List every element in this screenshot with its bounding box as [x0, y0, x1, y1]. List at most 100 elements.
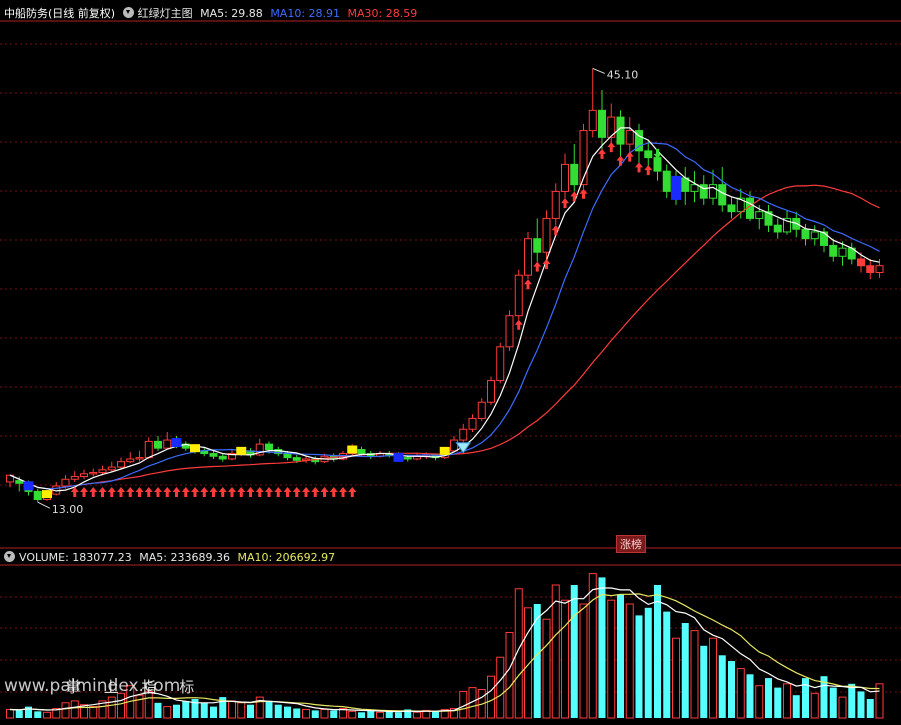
candle-body — [468, 417, 477, 430]
volume-bar — [866, 699, 874, 718]
ma30-line — [9, 184, 880, 490]
candle-body — [625, 130, 634, 145]
volume-bar — [774, 687, 782, 718]
volume-header: VOLUME: 183077.23 MA5: 233689.36 MA10: 2… — [4, 551, 339, 564]
candle-body — [588, 109, 597, 132]
candle-body — [126, 458, 135, 463]
volume-bar — [617, 594, 624, 718]
candle-body — [524, 238, 532, 276]
candle-body — [154, 440, 162, 449]
yellow-signal-block — [439, 446, 450, 455]
up-arrow-icon — [292, 487, 301, 497]
candle-body — [459, 428, 468, 441]
period-label: (日线 前复权) — [48, 7, 116, 20]
up-arrow-icon — [107, 487, 116, 497]
blue-signal-block — [171, 438, 182, 448]
yellow-signal-block — [190, 444, 200, 453]
candle-body — [718, 184, 727, 206]
volume-bar — [154, 702, 162, 718]
volume-bar — [376, 711, 384, 719]
up-arrow-icon — [644, 165, 653, 176]
volume-bar — [200, 702, 208, 718]
ma10-line — [9, 142, 880, 490]
volume-bar — [579, 603, 588, 719]
up-arrow-icon — [274, 487, 283, 497]
candle-body — [292, 457, 301, 461]
volume-bar — [718, 655, 726, 718]
volume-bar — [505, 632, 514, 719]
up-arrow-icon — [218, 487, 227, 497]
volume-bar — [551, 584, 560, 719]
candle-body — [15, 480, 24, 484]
volume-ma5-label: MA5: 233689.36 — [139, 551, 230, 564]
volume-bar — [358, 712, 365, 718]
candle-body — [551, 190, 560, 219]
watermark-text: 掌 上 指 标 — [66, 678, 204, 696]
candle-body — [80, 473, 88, 478]
volume-bar — [663, 611, 671, 718]
candle-body — [33, 490, 42, 501]
candle-body — [61, 478, 70, 487]
blue-signal-block — [393, 452, 404, 462]
indicator-name[interactable]: 红绿灯主图 — [138, 7, 193, 20]
candle-body — [542, 217, 551, 253]
volume-bar — [487, 675, 495, 719]
volume-bar — [681, 623, 689, 718]
candle-body — [487, 380, 495, 403]
volume-bar — [228, 700, 236, 719]
up-arrow-icon — [524, 279, 532, 290]
volume-bar — [210, 706, 217, 718]
limit-up-badge[interactable]: 涨榜 — [616, 535, 646, 553]
candle-body — [496, 346, 505, 382]
volume-bar — [432, 711, 439, 718]
up-arrow-icon — [80, 487, 88, 497]
candle-body — [810, 231, 819, 240]
up-arrow-icon — [283, 487, 292, 497]
volume-bar — [736, 668, 745, 719]
candle-body — [875, 265, 884, 273]
up-arrow-icon — [616, 155, 625, 166]
volume-bar — [848, 683, 856, 718]
volume-bar — [89, 706, 98, 719]
volume-dropdown-icon[interactable] — [4, 551, 15, 562]
candle-body — [357, 449, 366, 455]
up-arrow-icon — [302, 487, 310, 497]
volume-bar — [117, 692, 125, 719]
volume-bar — [709, 637, 717, 719]
candle-body — [135, 457, 144, 460]
volume-bar — [542, 618, 551, 719]
min-price-label: 13.00 — [52, 503, 84, 516]
volume-bar — [690, 630, 699, 719]
candle-body — [70, 476, 79, 480]
candle-body — [89, 471, 98, 475]
up-arrow-icon — [551, 225, 560, 236]
volume-bar — [237, 702, 246, 719]
volume-bar — [838, 696, 847, 719]
up-arrow-icon — [237, 487, 246, 497]
dropdown-icon[interactable] — [122, 7, 134, 18]
up-arrow-icon — [348, 487, 357, 497]
up-arrow-icon — [154, 487, 162, 497]
up-arrow-icon — [135, 487, 144, 497]
volume-bar — [625, 603, 634, 719]
volume-bar — [644, 607, 652, 718]
volume-bar — [70, 700, 79, 719]
volume-bar — [395, 712, 402, 718]
up-arrow-icon — [625, 151, 634, 162]
volume-bar — [15, 710, 23, 718]
candle-body — [755, 211, 764, 219]
volume-bar — [607, 599, 616, 719]
up-arrow-icon — [635, 162, 643, 173]
ma5-label: MA5: 29.88 — [200, 7, 263, 20]
blue-signal-block — [23, 481, 34, 491]
candle-body — [505, 315, 514, 348]
candle-body — [598, 109, 606, 138]
candle-body — [653, 157, 662, 172]
up-arrow-icon — [172, 487, 181, 497]
candle-body — [866, 265, 875, 273]
max-price-label: 45.10 — [607, 68, 639, 81]
volume-bar — [857, 691, 865, 718]
candle-body — [829, 244, 838, 257]
volume-bar — [302, 708, 310, 719]
volume-bar — [182, 700, 190, 718]
